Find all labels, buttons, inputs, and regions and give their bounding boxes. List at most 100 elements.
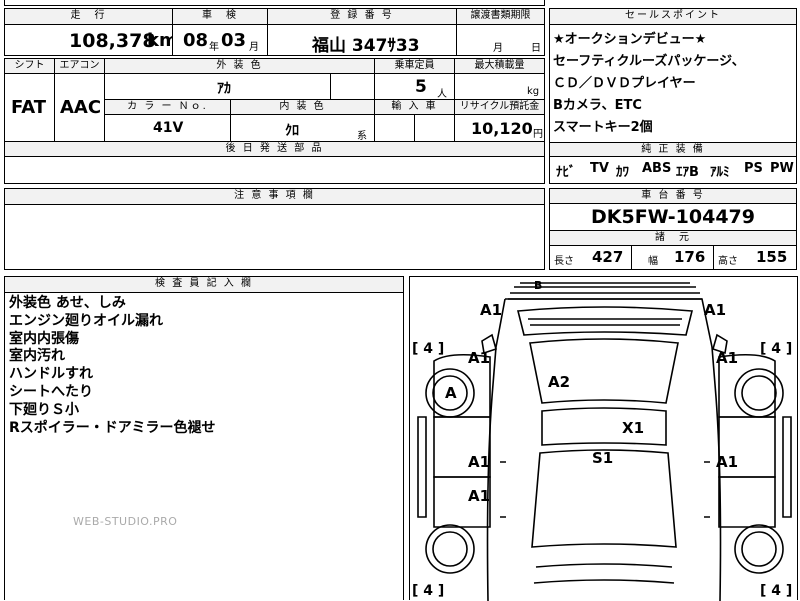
height-value: 155 (756, 248, 788, 266)
recycle-value: 10,120 (471, 119, 533, 138)
mark-right-door-front: A1 (716, 453, 739, 471)
interior-color-header: 内 装 色 (231, 100, 375, 115)
after-parts-header: 後 日 発 送 部 品 (5, 142, 544, 157)
recycle-unit: 円 (533, 129, 543, 140)
sales-point-line: セーフティクルーズパッケージ、 (553, 54, 745, 69)
mileage-value: 108,378 (69, 30, 156, 52)
mark-cabin: S1 (592, 449, 614, 467)
transfer-day: 日 (531, 43, 541, 54)
door-handles (500, 461, 710, 518)
sales-point-header: セールスポイント (550, 9, 796, 25)
aircon-header: エアコン (55, 59, 105, 74)
grille (528, 318, 682, 326)
roof (541, 407, 667, 446)
recycle-cell: 10,120 円 (455, 115, 544, 142)
shift-value: FAT (11, 97, 47, 118)
caution-box: 注 意 事 項 欄 (4, 188, 545, 270)
width-label: 幅 (648, 256, 658, 267)
chassis-box: 車 台 番 号 DK5FW-104479 諸 元 長さ 427 幅 176 高さ… (549, 188, 797, 270)
inspector-note: Rスポイラー・ドアミラー色褪せ (9, 419, 216, 436)
mileage-unit: km (147, 30, 172, 51)
sales-point-line: ＣＤ／ＤＶＤプレイヤー (553, 76, 696, 91)
chassis-header: 車 台 番 号 (550, 189, 796, 204)
shift-cell: FAT (5, 74, 55, 142)
tire-tread-rear-left: [ 4 ] (412, 583, 445, 599)
mark-left-door-rear: A1 (468, 487, 491, 505)
caution-header: 注 意 事 項 欄 (5, 189, 544, 205)
import-cell-a (375, 115, 415, 142)
sales-point-box: セールスポイント ★オークションデビュー★ セーフティクルーズパッケージ、 ＣＤ… (549, 8, 797, 184)
capacity-cell: 5 人 (375, 74, 455, 100)
right-door-rear (718, 476, 776, 528)
color-no-value: 41V (153, 120, 184, 136)
year-char: 年 (209, 42, 219, 53)
exterior-color-value: ｱｶ (217, 81, 231, 97)
interior-color-cell: ｸﾛ 系 (231, 115, 375, 142)
recycle-header: リサイクル預託金 (455, 100, 544, 115)
transfer-month: 月 (493, 43, 503, 54)
registration-cell: 福山 347ｻ33 (268, 25, 457, 55)
mileage-header: 走 行 (5, 9, 173, 25)
exterior-color-header: 外 装 色 (105, 59, 375, 74)
width-value: 176 (674, 248, 706, 266)
car-diagram (417, 282, 792, 601)
chassis-number: DK5FW-104479 (590, 206, 755, 228)
capacity-header: 乗車定員 (375, 59, 455, 74)
registration-header: 登 録 番 号 (268, 9, 457, 25)
load-unit: kg (527, 86, 540, 97)
max-load-cell: kg (455, 74, 544, 100)
sales-point-line: ★オークションデビュー★ (553, 32, 707, 47)
left-sill (417, 416, 427, 518)
exterior-color-cell: ｱｶ (105, 74, 331, 100)
equipment-item: ABS (642, 161, 672, 176)
width-cell: 幅 176 (632, 246, 714, 269)
equipment-item: ｱﾙﾐ (710, 165, 730, 180)
height-cell: 高さ 155 (714, 246, 796, 269)
mark-roof: X1 (622, 419, 645, 437)
inspection-year: 08 (183, 30, 209, 51)
hood (516, 306, 694, 336)
after-parts-cell (5, 157, 544, 183)
equipment-item: PS (744, 161, 763, 176)
rear-lines (533, 563, 675, 584)
aircon-cell: AAC (55, 74, 105, 142)
inspector-note: 室内汚れ (9, 348, 65, 365)
length-cell: 長さ 427 (550, 246, 632, 269)
inspector-note: エンジン廻りオイル漏れ (9, 312, 163, 329)
color-no-header: カ ラ ー Ｎｏ. (105, 100, 231, 115)
capacity-value: 5 (415, 77, 427, 97)
windshield (529, 338, 679, 404)
registration-number: 福山 347ｻ33 (312, 36, 420, 55)
right-sill (782, 416, 792, 518)
mark-right-fender: A1 (716, 349, 739, 367)
mark-b: B (534, 279, 543, 292)
sales-point-line: Bカメラ、ETC (553, 98, 642, 113)
height-label: 高さ (718, 256, 738, 267)
car-diagram-box: A1 A1 A1 A1 A A2 X1 A1 S1 A1 A1 B [ 4 ] … (409, 276, 798, 601)
shift-header: シフト (5, 59, 55, 74)
month-char: 月 (249, 42, 259, 53)
equipment-item: PW (770, 161, 794, 176)
chassis-number-cell: DK5FW-104479 (550, 204, 796, 231)
inspection-month: 03 (221, 30, 247, 51)
mark-front-bumper-left: A1 (480, 301, 503, 319)
interior-suffix: 系 (357, 131, 367, 142)
sales-point-line: スマートキー2個 (553, 120, 653, 135)
mark-left-fender: A1 (468, 349, 491, 367)
mark-windshield: A2 (548, 373, 571, 391)
inspector-note: 室内内張傷 (9, 330, 79, 347)
inspector-note: ハンドルすれ (9, 366, 93, 383)
equipment-item: TV (590, 161, 609, 176)
inspector-header: 検 査 員 記 入 欄 (5, 277, 403, 293)
mark-front-bumper-right: A1 (704, 301, 727, 319)
length-label: 長さ (554, 256, 574, 267)
equipment-item: ｶﾜ (616, 165, 629, 180)
mark-left-door-front: A1 (468, 453, 491, 471)
import-cell-b (415, 115, 455, 142)
color-no-cell: 41V (105, 115, 231, 142)
import-header: 輸 入 車 (375, 100, 455, 115)
transfer-deadline-cell: 月 日 (457, 25, 544, 55)
exterior-color-sub-cell (331, 74, 375, 100)
tire-tread-front-right: [ 4 ] (760, 341, 793, 357)
inspector-note: 下廻りＳ小 (9, 401, 79, 418)
